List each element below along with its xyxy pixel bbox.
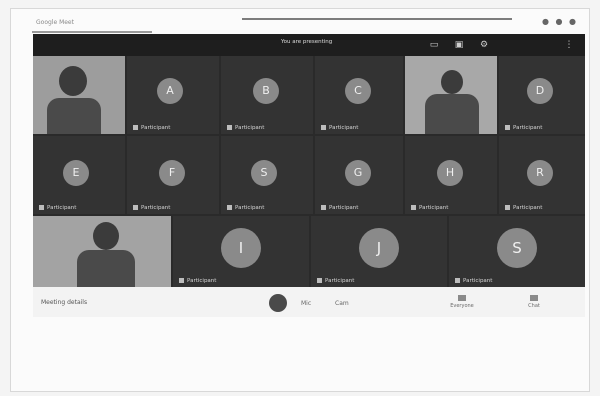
participant-tile[interactable]: E Participant [33, 136, 125, 214]
participant-avatar: J [359, 228, 399, 268]
person-body [425, 94, 479, 134]
participant-name: Participant [455, 278, 492, 284]
mic-button[interactable]: Mic [301, 300, 311, 307]
people-icon [458, 295, 466, 301]
participant-tile[interactable] [405, 56, 497, 134]
person-head [59, 66, 87, 96]
presenting-indicator: You are presenting [281, 39, 333, 45]
mic-off-icon [227, 125, 232, 130]
participant-avatar: D [527, 78, 553, 104]
participant-name: Participant [227, 205, 264, 211]
person-body [77, 250, 135, 287]
participant-avatar: C [345, 78, 371, 104]
participant-tile[interactable]: S Participant [449, 216, 585, 287]
participant-tile[interactable]: G Participant [315, 136, 403, 214]
mic-off-icon [179, 278, 184, 283]
participant-tile[interactable]: S Participant [221, 136, 313, 214]
mic-off-icon [133, 205, 138, 210]
meet-topbar: You are presenting ▭ ▣ ⚙ ⋮ [33, 34, 585, 56]
browser-tab-title: Google Meet [36, 19, 74, 26]
participant-avatar: H [437, 160, 463, 186]
participant-avatar: E [63, 160, 89, 186]
camera-button[interactable]: Cam [335, 300, 349, 307]
participant-name: Participant [317, 278, 354, 284]
participant-tile[interactable]: B Participant [221, 56, 313, 134]
person-head [441, 70, 463, 94]
participant-tile[interactable]: R Participant [499, 136, 585, 214]
participant-tile[interactable]: F Participant [127, 136, 219, 214]
mic-off-icon [411, 205, 416, 210]
participant-name: Participant [505, 125, 542, 131]
participant-video [33, 56, 125, 134]
participant-tile[interactable] [33, 56, 125, 134]
browser-tab[interactable]: Google Meet [32, 17, 152, 33]
participant-tile[interactable]: D Participant [499, 56, 585, 134]
participant-video [33, 216, 171, 287]
participant-avatar: A [157, 78, 183, 104]
mic-off-icon [455, 278, 460, 283]
participant-tile[interactable]: A Participant [127, 56, 219, 134]
participant-avatar: S [251, 160, 277, 186]
mic-off-icon [227, 205, 232, 210]
tiles-icon[interactable]: ▣ [453, 39, 465, 51]
participant-avatar: S [497, 228, 537, 268]
participant-tile[interactable] [33, 216, 171, 287]
chat-button[interactable]: Chat [517, 295, 551, 309]
participant-tile[interactable]: H Participant [405, 136, 497, 214]
browser-toolbar: Google Meet ● ● ● [22, 14, 586, 34]
mic-off-icon [505, 205, 510, 210]
settings-icon[interactable]: ⚙ [478, 39, 490, 51]
participant-name: Participant [505, 205, 542, 211]
participant-tile[interactable]: I Participant [173, 216, 309, 287]
participant-avatar: R [527, 160, 553, 186]
participant-avatar: B [253, 78, 279, 104]
person-head [93, 222, 119, 250]
participant-name: Participant [411, 205, 448, 211]
participant-name: Participant [321, 125, 358, 131]
mic-off-icon [321, 125, 326, 130]
mic-off-icon [505, 125, 510, 130]
more-options-icon[interactable]: ⋮ [563, 39, 575, 51]
meet-bottombar: Meeting details Mic Cam Everyone Chat [33, 287, 585, 317]
participant-name: Participant [39, 205, 76, 211]
mic-off-icon [321, 205, 326, 210]
participant-avatar: G [345, 160, 371, 186]
participant-name: Participant [179, 278, 216, 284]
mic-off-icon [39, 205, 44, 210]
address-bar[interactable] [242, 18, 512, 20]
layout-icon[interactable]: ▭ [428, 39, 440, 51]
participant-avatar: I [221, 228, 261, 268]
window-controls[interactable]: ● ● ● [542, 17, 578, 26]
end-call-button[interactable] [269, 294, 287, 312]
participant-grid: A Participant B Participant C Participan… [33, 56, 585, 287]
mic-off-icon [317, 278, 322, 283]
meeting-details[interactable]: Meeting details [41, 299, 87, 306]
participant-tile[interactable]: C Participant [315, 56, 403, 134]
participant-name: Participant [227, 125, 264, 131]
participant-tile[interactable]: J Participant [311, 216, 447, 287]
participant-video [405, 56, 497, 134]
person-body [47, 98, 101, 134]
chat-icon [530, 295, 538, 301]
participant-name: Participant [133, 205, 170, 211]
participant-avatar: F [159, 160, 185, 186]
meet-window: You are presenting ▭ ▣ ⚙ ⋮ A Participant… [33, 34, 585, 287]
people-button[interactable]: Everyone [445, 295, 479, 309]
participant-name: Participant [133, 125, 170, 131]
participant-name: Participant [321, 205, 358, 211]
mic-off-icon [133, 125, 138, 130]
